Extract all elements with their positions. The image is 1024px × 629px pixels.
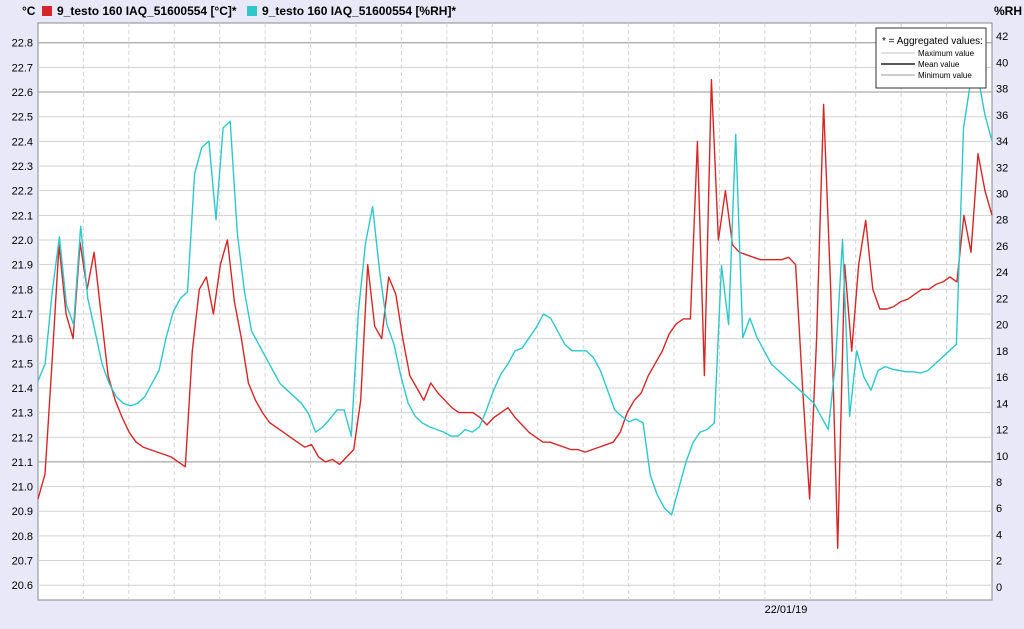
y-right-tick-label: 26 — [996, 241, 1008, 253]
y-right-tick-label: 28 — [996, 215, 1008, 227]
y-right-tick-label: 14 — [996, 398, 1008, 410]
y-left-tick-label: 21.0 — [12, 482, 33, 494]
y-left-tick-label: 22.2 — [12, 186, 33, 198]
y-left-tick-label: 20.9 — [12, 506, 33, 518]
aggregate-legend-box: * = Aggregated values: Maximum value Mean … — [875, 27, 987, 89]
aggregate-item-label: Mean value — [918, 60, 960, 69]
y-left-tick-label: 21.5 — [12, 358, 33, 370]
y-left-tick-label: 20.7 — [12, 556, 33, 568]
y-left-tick-label: 21.9 — [12, 260, 33, 272]
aggregate-item-label: Minimum value — [918, 71, 972, 80]
y-right-tick-label: 34 — [996, 136, 1008, 148]
y-right-tick-label: 40 — [996, 57, 1008, 69]
y-right-tick-label: 18 — [996, 346, 1008, 358]
y-right-tick-label: 20 — [996, 320, 1008, 332]
y-right-tick-label: 4 — [996, 529, 1002, 541]
y-left-tick-label: 22.6 — [12, 87, 33, 99]
y-right-tick-label: 0 — [996, 582, 1002, 594]
y-right-tick-label: 16 — [996, 372, 1008, 384]
x-tick-label: 22/01/19 — [765, 604, 808, 616]
line-chart: 22.8 22.7 22.6 22.5 22.4 22.3 22.2 22.1 22.0 21.9… — [12, 22, 1008, 616]
y-left-tick-label: 20.6 — [12, 580, 33, 592]
y-right-tick-label: 32 — [996, 162, 1008, 174]
y-left-tick-label: 22.8 — [12, 38, 33, 50]
aggregate-item-label: Maximum value — [918, 49, 975, 58]
y-right-tick-label: 10 — [996, 451, 1008, 463]
y-left-tick-label: 22.4 — [12, 136, 33, 148]
y-left-tick-label: 21.4 — [12, 383, 33, 395]
y-left-tick-label: 20.8 — [12, 531, 33, 543]
y-left-tick-label: 21.2 — [12, 432, 33, 444]
y-right-tick-label: 6 — [996, 503, 1002, 515]
y-left-tick-label: 21.7 — [12, 309, 33, 321]
y-left-tick-label: 21.6 — [12, 334, 33, 346]
y-left-tick-label: 21.1 — [12, 457, 33, 469]
y-left-tick-label: 21.3 — [12, 408, 33, 420]
y-right-tick-label: 36 — [996, 110, 1008, 122]
y-right-tick-label: 42 — [996, 31, 1008, 43]
y-left-tick-label: 21.8 — [12, 284, 33, 296]
aggregate-box-title: * = Aggregated values: — [882, 36, 983, 47]
y-left-tick-label: 22.7 — [12, 62, 33, 74]
y-right-tick-label: 12 — [996, 425, 1008, 437]
y-right-tick-label: 22 — [996, 293, 1008, 305]
y-right-tick-label: 24 — [996, 267, 1008, 279]
y-left-tick-label: 22.5 — [12, 112, 33, 124]
y-left-tick-label: 22.3 — [12, 161, 33, 173]
y-left-tick-label: 22.1 — [12, 210, 33, 222]
y-right-tick-label: 8 — [996, 477, 1002, 489]
y-right-tick-label: 38 — [996, 84, 1008, 96]
y-left-tick-label: 22.0 — [12, 235, 33, 247]
y-right-tick-label: 30 — [996, 188, 1008, 200]
y-right-tick-label: 2 — [996, 556, 1002, 568]
